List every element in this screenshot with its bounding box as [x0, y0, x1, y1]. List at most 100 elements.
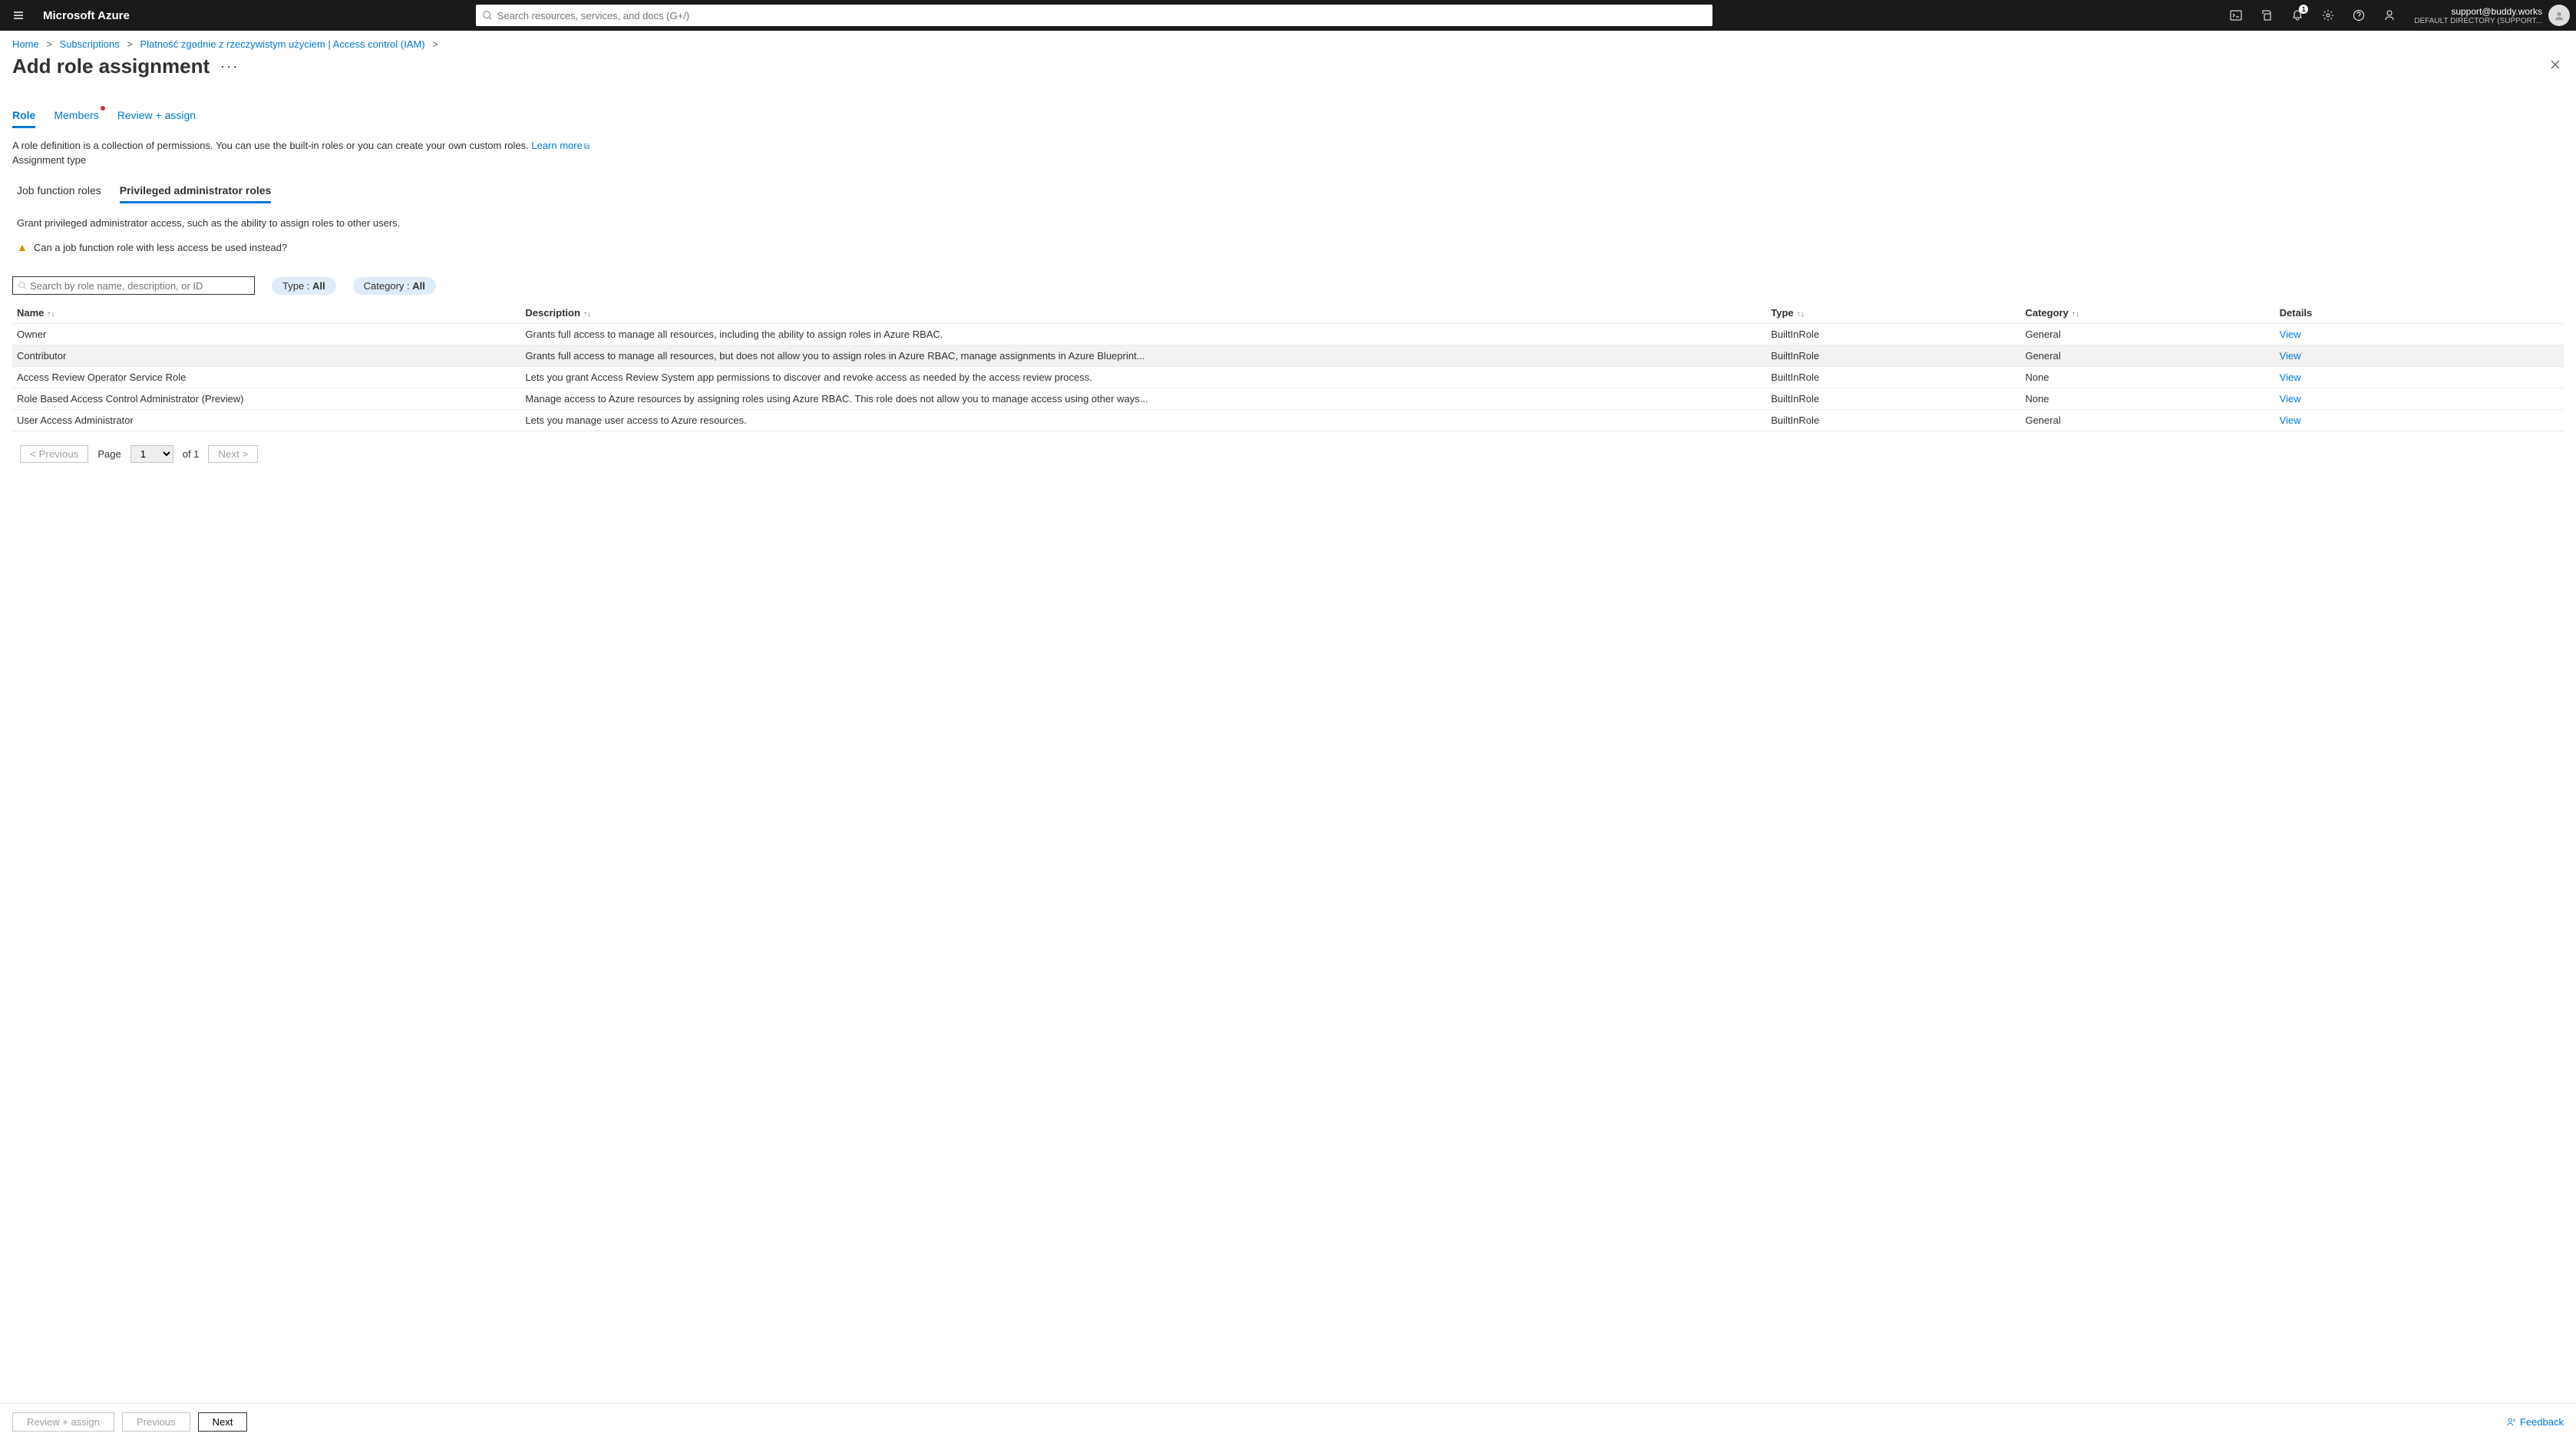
filter-row: Type : All Category : All — [0, 259, 2576, 302]
feedback-icon — [2506, 1417, 2517, 1428]
role-description: Lets you manage user access to Azure res… — [525, 414, 1771, 426]
role-category: General — [2025, 350, 2279, 362]
account-directory: DEFAULT DIRECTORY (SUPPORT... — [2414, 17, 2542, 25]
assignment-type-label: Assignment type — [0, 154, 2576, 173]
page-header: Add role assignment ··· — [0, 53, 2576, 86]
previous-page-button[interactable]: < Previous — [20, 445, 88, 463]
step-role[interactable]: Role — [12, 109, 35, 128]
breadcrumb-subscriptions[interactable]: Subscriptions — [60, 38, 120, 50]
subtab-privileged-roles[interactable]: Privileged administrator roles — [120, 184, 272, 203]
page-of: of 1 — [183, 448, 200, 460]
role-category: None — [2025, 372, 2279, 383]
roles-table: Name↑↓ Description↑↓ Type↑↓ Category↑↓ D… — [12, 302, 2564, 431]
view-link[interactable]: View — [2280, 350, 2301, 362]
help-icon[interactable] — [2343, 0, 2374, 31]
col-details: Details — [2280, 307, 2534, 319]
feedback-icon[interactable] — [2374, 0, 2405, 31]
page-label: Page — [97, 448, 121, 460]
subtab-job-roles[interactable]: Job function roles — [17, 184, 101, 203]
role-name: User Access Administrator — [17, 414, 525, 426]
role-description: Grants full access to manage all resourc… — [525, 329, 1771, 340]
previous-button[interactable]: Previous — [122, 1412, 190, 1432]
role-description: Manage access to Azure resources by assi… — [525, 393, 1771, 405]
page-title: Add role assignment — [12, 54, 210, 78]
required-dot-icon — [101, 106, 105, 111]
role-name: Owner — [17, 329, 525, 340]
col-category[interactable]: Category↑↓ — [2025, 307, 2279, 319]
notification-badge: 1 — [2299, 5, 2308, 14]
category-filter-pill[interactable]: Category : All — [353, 277, 436, 295]
review-assign-button[interactable]: Review + assign — [12, 1412, 114, 1432]
table-row[interactable]: ContributorGrants full access to manage … — [12, 345, 2564, 367]
account-email: support@buddy.works — [2414, 6, 2542, 17]
sort-icon: ↑↓ — [583, 310, 591, 319]
search-icon — [18, 281, 27, 290]
pagination: < Previous Page 1 of 1 Next > — [0, 431, 2576, 463]
sort-icon: ↑↓ — [2072, 310, 2079, 319]
col-name[interactable]: Name↑↓ — [17, 307, 525, 319]
view-link[interactable]: View — [2280, 329, 2301, 340]
role-category: General — [2025, 329, 2279, 340]
warning-text: Can a job function role with less access… — [34, 242, 287, 253]
wizard-steps: Role Members Review + assign — [0, 86, 2576, 128]
role-description: Grants full access to manage all resourc… — [525, 350, 1771, 362]
brand[interactable]: Microsoft Azure — [37, 9, 136, 22]
role-description: Lets you grant Access Review System app … — [525, 372, 1771, 383]
role-name: Contributor — [17, 350, 525, 362]
settings-icon[interactable] — [2313, 0, 2343, 31]
warning-icon: ▲ — [17, 241, 28, 253]
avatar — [2548, 5, 2570, 26]
breadcrumb: Home > Subscriptions > Płatność zgodnie … — [0, 31, 2576, 53]
sort-icon: ↑↓ — [1797, 310, 1805, 319]
directories-icon[interactable] — [2251, 0, 2282, 31]
breadcrumb-iam[interactable]: Płatność zgodnie z rzeczywistym użyciem … — [140, 38, 424, 50]
role-category: None — [2025, 393, 2279, 405]
role-type: BuiltInRole — [1771, 329, 2025, 340]
type-filter-pill[interactable]: Type : All — [272, 277, 336, 295]
more-button[interactable]: ··· — [220, 58, 239, 74]
table-header: Name↑↓ Description↑↓ Type↑↓ Category↑↓ D… — [12, 302, 2564, 324]
view-link[interactable]: View — [2280, 372, 2301, 383]
table-row[interactable]: User Access AdministratorLets you manage… — [12, 410, 2564, 431]
external-link-icon: ⧉ — [584, 143, 590, 151]
role-name: Role Based Access Control Administrator … — [17, 393, 525, 405]
role-type: BuiltInRole — [1771, 393, 2025, 405]
next-button[interactable]: Next — [198, 1412, 248, 1432]
role-search[interactable] — [12, 276, 255, 295]
table-row[interactable]: OwnerGrants full access to manage all re… — [12, 324, 2564, 345]
cloud-shell-icon[interactable] — [2221, 0, 2251, 31]
search-icon — [482, 10, 493, 21]
notifications-icon[interactable]: 1 — [2282, 0, 2313, 31]
step-review[interactable]: Review + assign — [117, 109, 196, 128]
learn-more-link[interactable]: Learn more⧉ — [531, 140, 590, 151]
top-bar: Microsoft Azure 1 support@buddy.works DE… — [0, 0, 2576, 31]
menu-icon — [12, 9, 25, 21]
col-description[interactable]: Description↑↓ — [525, 307, 1771, 319]
role-type: BuiltInRole — [1771, 414, 2025, 426]
page-select[interactable]: 1 — [130, 445, 173, 463]
role-type: BuiltInRole — [1771, 350, 2025, 362]
role-subtabs: Job function roles Privileged administra… — [0, 173, 2576, 203]
role-type: BuiltInRole — [1771, 372, 2025, 383]
table-row[interactable]: Role Based Access Control Administrator … — [12, 388, 2564, 410]
col-type[interactable]: Type↑↓ — [1771, 307, 2025, 319]
topbar-right: 1 support@buddy.works DEFAULT DIRECTORY … — [2221, 0, 2576, 31]
intro-text: A role definition is a collection of per… — [0, 128, 2576, 154]
account-menu[interactable]: support@buddy.works DEFAULT DIRECTORY (S… — [2405, 0, 2576, 31]
breadcrumb-home[interactable]: Home — [12, 38, 39, 50]
table-row[interactable]: Access Review Operator Service RoleLets … — [12, 367, 2564, 388]
footer: Review + assign Previous Next Feedback — [0, 1403, 2576, 1440]
role-name: Access Review Operator Service Role — [17, 372, 525, 383]
role-search-input[interactable] — [30, 280, 249, 292]
close-button[interactable] — [2550, 59, 2561, 74]
search-input[interactable] — [497, 10, 1706, 21]
feedback-link[interactable]: Feedback — [2506, 1416, 2564, 1428]
warning-line: ▲ Can a job function role with less acce… — [0, 232, 2576, 259]
view-link[interactable]: View — [2280, 393, 2301, 405]
view-link[interactable]: View — [2280, 414, 2301, 426]
step-members[interactable]: Members — [54, 109, 98, 128]
next-page-button[interactable]: Next > — [208, 445, 258, 463]
hamburger-menu[interactable] — [0, 0, 37, 31]
privileged-description: Grant privileged administrator access, s… — [0, 203, 2576, 232]
global-search[interactable] — [476, 5, 1712, 26]
